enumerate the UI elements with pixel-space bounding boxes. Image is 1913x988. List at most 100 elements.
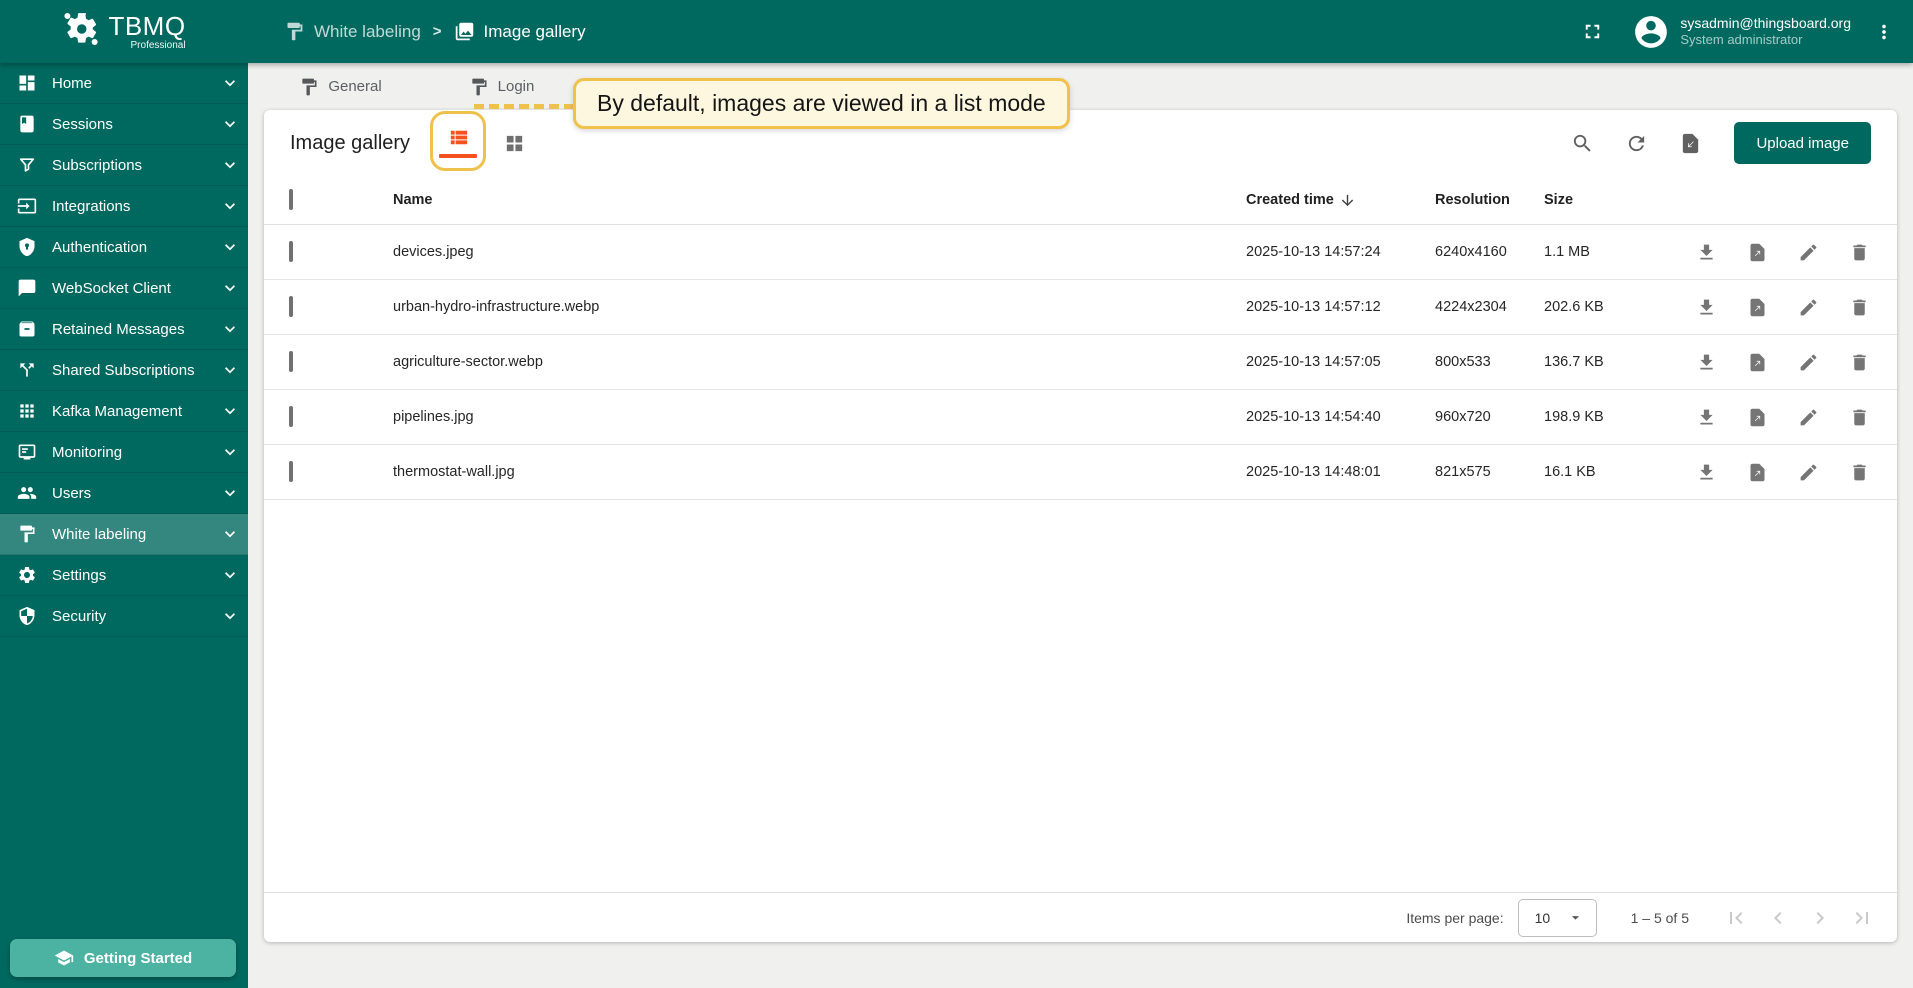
image-size: 136.7 KB: [1544, 354, 1683, 370]
sidebar-item[interactable]: Shared Subscriptions: [0, 350, 248, 391]
delete-image-button[interactable]: [1849, 351, 1871, 373]
chevron-down-icon: [220, 155, 240, 175]
trash-icon: [1849, 297, 1871, 318]
table-row[interactable]: urban-hydro-infrastructure.webp 2025-10-…: [264, 280, 1897, 335]
edit-image-button[interactable]: [1798, 296, 1820, 318]
sidebar-item[interactable]: Security: [0, 596, 248, 637]
column-header-resolution[interactable]: Resolution: [1435, 192, 1544, 208]
trash-icon: [1849, 407, 1871, 428]
import-image-button[interactable]: [1668, 121, 1712, 165]
image-created-time: 2025-10-13 14:57:24: [1246, 244, 1435, 260]
delete-image-button[interactable]: [1849, 241, 1871, 263]
sidebar-item-label: Shared Subscriptions: [52, 362, 195, 379]
app-logo[interactable]: TBMQ Professional: [0, 10, 248, 53]
delete-image-button[interactable]: [1849, 461, 1871, 483]
tour-tooltip: By default, images are viewed in a list …: [573, 78, 1070, 129]
chevron-down-icon: [220, 360, 240, 380]
edit-pencil-icon: [1798, 462, 1820, 483]
search-button[interactable]: [1560, 121, 1604, 165]
tab[interactable]: Login: [421, 63, 582, 110]
sidebar-item[interactable]: Sessions: [0, 104, 248, 145]
download-image-button[interactable]: [1696, 461, 1718, 483]
top-bar: TBMQ Professional White labeling > Image…: [0, 0, 1913, 63]
table-row[interactable]: agriculture-sector.webp 2025-10-13 14:57…: [264, 335, 1897, 390]
sidebar-item-label: Authentication: [52, 239, 147, 256]
list-view-icon: [447, 126, 470, 149]
sidebar-item[interactable]: Authentication: [0, 227, 248, 268]
image-size: 202.6 KB: [1544, 299, 1683, 315]
more-options-button[interactable]: [1873, 21, 1895, 43]
sidebar-item-icon: [17, 278, 37, 298]
sidebar-item[interactable]: Home: [0, 63, 248, 104]
export-image-button[interactable]: [1747, 296, 1769, 318]
delete-image-button[interactable]: [1849, 406, 1871, 428]
select-all-checkbox[interactable]: [289, 189, 293, 210]
tour-dashed-connector: [474, 104, 574, 109]
refresh-button[interactable]: [1614, 121, 1658, 165]
image-name: urban-hydro-infrastructure.webp: [393, 299, 1246, 315]
download-image-button[interactable]: [1696, 406, 1718, 428]
last-page-button[interactable]: [1841, 897, 1883, 939]
user-menu[interactable]: sysadmin@thingsboard.org System administ…: [1632, 13, 1851, 51]
image-created-time: 2025-10-13 14:57:12: [1246, 299, 1435, 315]
row-checkbox[interactable]: [289, 461, 293, 482]
table-row[interactable]: devices.jpeg 2025-10-13 14:57:24 6240x41…: [264, 225, 1897, 280]
chevron-down-icon: [220, 401, 240, 421]
download-image-button[interactable]: [1696, 351, 1718, 373]
refresh-icon: [1625, 132, 1648, 155]
list-view-toggle[interactable]: [438, 119, 478, 165]
export-image-button[interactable]: [1747, 461, 1769, 483]
delete-image-button[interactable]: [1849, 296, 1871, 318]
column-header-name[interactable]: Name: [393, 192, 1246, 208]
getting-started-button[interactable]: Getting Started: [10, 939, 236, 977]
table-row[interactable]: pipelines.jpg 2025-10-13 14:54:40 960x72…: [264, 390, 1897, 445]
sidebar-item[interactable]: Users: [0, 473, 248, 514]
edit-image-button[interactable]: [1798, 351, 1820, 373]
tbmq-gear-logo-icon: [62, 10, 100, 53]
row-checkbox[interactable]: [289, 241, 293, 262]
sidebar-item[interactable]: Kafka Management: [0, 391, 248, 432]
edit-image-button[interactable]: [1798, 406, 1820, 428]
sidebar-item-label: Subscriptions: [52, 157, 142, 174]
download-icon: [1696, 352, 1718, 373]
sidebar-item[interactable]: WebSocket Client: [0, 268, 248, 309]
row-checkbox[interactable]: [289, 296, 293, 317]
sidebar: Home Sessions Subscriptions Integrations: [0, 63, 248, 988]
chevron-down-icon: [220, 319, 240, 339]
export-image-button[interactable]: [1747, 351, 1769, 373]
edit-image-button[interactable]: [1798, 461, 1820, 483]
grid-view-toggle[interactable]: [494, 120, 534, 166]
column-header-size[interactable]: Size: [1544, 192, 1683, 208]
chevron-down-icon: [220, 237, 240, 257]
tab-bar: General Login Image gallery: [248, 63, 1913, 110]
export-image-button[interactable]: [1747, 406, 1769, 428]
sidebar-item[interactable]: Subscriptions: [0, 145, 248, 186]
sidebar-item[interactable]: Settings: [0, 555, 248, 596]
download-image-button[interactable]: [1696, 241, 1718, 263]
sidebar-item[interactable]: Integrations: [0, 186, 248, 227]
image-gallery-icon: [454, 21, 475, 42]
export-image-button[interactable]: [1747, 241, 1769, 263]
page-size-select[interactable]: 10: [1518, 899, 1597, 937]
row-checkbox[interactable]: [289, 406, 293, 427]
upload-image-button[interactable]: Upload image: [1734, 122, 1871, 164]
breadcrumb-white-labeling[interactable]: White labeling: [284, 21, 421, 42]
sidebar-item[interactable]: Monitoring: [0, 432, 248, 473]
row-checkbox[interactable]: [289, 351, 293, 372]
trash-icon: [1849, 242, 1871, 263]
first-page-button[interactable]: [1715, 897, 1757, 939]
table-row[interactable]: thermostat-wall.jpg 2025-10-13 14:48:01 …: [264, 445, 1897, 500]
user-role: System administrator: [1680, 32, 1851, 48]
format-paint-icon: [284, 21, 305, 42]
tab[interactable]: General: [260, 63, 421, 110]
image-resolution: 821x575: [1435, 464, 1544, 480]
sidebar-item[interactable]: Retained Messages: [0, 309, 248, 350]
column-header-created-time[interactable]: Created time: [1246, 192, 1435, 209]
breadcrumb-image-gallery[interactable]: Image gallery: [454, 21, 586, 42]
download-image-button[interactable]: [1696, 296, 1718, 318]
next-page-button[interactable]: [1799, 897, 1841, 939]
edit-image-button[interactable]: [1798, 241, 1820, 263]
sidebar-item[interactable]: White labeling: [0, 514, 248, 555]
fullscreen-button[interactable]: [1581, 20, 1604, 43]
previous-page-button[interactable]: [1757, 897, 1799, 939]
